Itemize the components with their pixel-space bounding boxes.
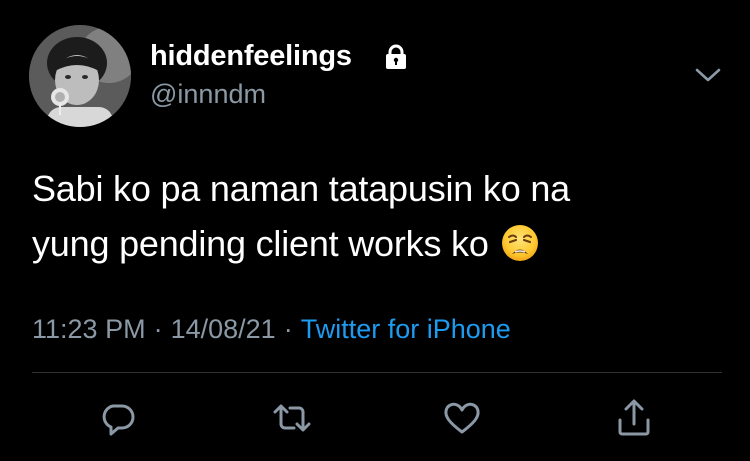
weary-face-emoji-icon <box>501 225 538 261</box>
like-button[interactable] <box>440 396 484 440</box>
chevron-down-icon[interactable] <box>693 64 723 86</box>
tweet-text-line: Sabi ko pa naman tatapusin ko na <box>32 168 570 209</box>
tweet-meta: 11:23 PM · 14/08/21 · Twitter for iPhone <box>32 314 511 345</box>
retweet-icon <box>273 404 311 432</box>
tweet-text-line-with-emoji: yung pending client works ko <box>32 216 722 271</box>
reply-icon <box>102 404 135 436</box>
lock-icon <box>386 44 406 69</box>
meta-separator: · <box>283 314 293 344</box>
retweet-button[interactable] <box>270 396 314 440</box>
share-button[interactable] <box>612 396 656 440</box>
avatar[interactable] <box>29 25 131 127</box>
tweet-time[interactable]: 11:23 PM <box>32 314 146 344</box>
share-icon <box>618 399 650 436</box>
tweet-date[interactable]: 14/08/21 <box>171 314 276 344</box>
tweet-text-line: yung pending client works ko <box>32 223 489 264</box>
reply-button[interactable] <box>96 396 140 440</box>
heart-icon <box>444 402 480 434</box>
avatar-photo <box>29 25 131 127</box>
meta-separator: · <box>153 314 163 344</box>
author-display-name[interactable]: hiddenfeelings <box>150 40 352 73</box>
divider <box>32 372 722 373</box>
author-handle[interactable]: @innndm <box>150 79 266 110</box>
tweet-text: Sabi ko pa naman tatapusin ko na yung pe… <box>32 161 722 271</box>
tweet-source-link[interactable]: Twitter for iPhone <box>301 314 511 344</box>
